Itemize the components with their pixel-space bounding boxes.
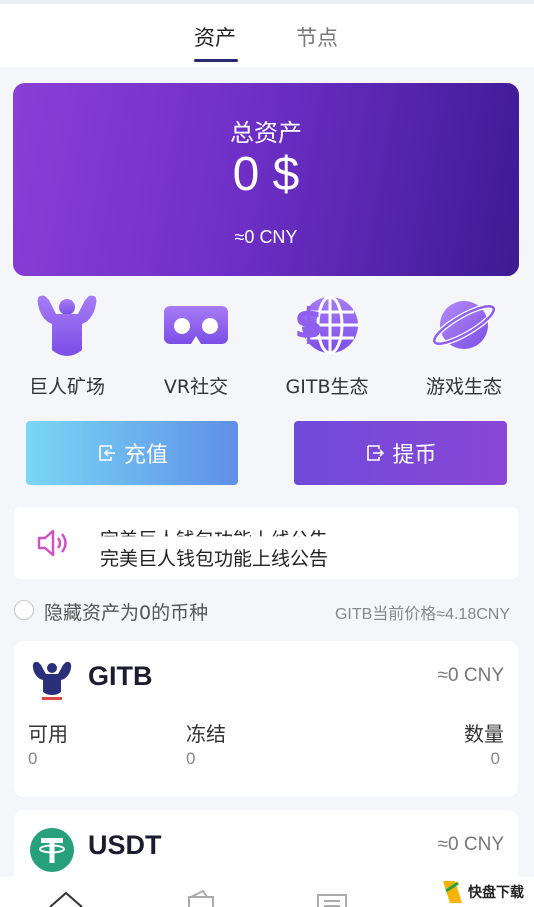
column-frozen-value: 0: [186, 749, 196, 768]
withdraw-label: 提币: [392, 443, 437, 468]
coin-name: USDT: [88, 830, 162, 860]
watermark: 快盘下载: [440, 877, 534, 907]
announcement-text: 完美巨人钱包功能上线公告: [100, 548, 329, 570]
gitb-price-text: GITB当前价格≈4.18CNY: [334, 606, 510, 623]
vr-goggles-icon: [164, 306, 228, 344]
coin-card-gitb[interactable]: GITB ≈0 CNY 可用 0 冻结 0 数量 0: [14, 641, 518, 797]
top-tab-bar: 资产 节点: [0, 0, 534, 67]
active-tab-indicator: [194, 59, 238, 62]
filter-row: 隐藏资产为0的币种 GITB当前价格≈4.18CNY: [14, 598, 518, 624]
column-quantity-value: 0: [490, 749, 500, 768]
home-icon[interactable]: [48, 885, 84, 907]
withdraw-icon: [367, 445, 385, 461]
total-asset-cny: ≈0 CNY: [234, 227, 298, 247]
tab-nodes[interactable]: 节点: [296, 22, 338, 52]
total-asset-card: 总资产 0 $ ≈0 CNY: [13, 83, 519, 276]
column-available-value: 0: [28, 749, 38, 768]
feature-gitb-ecosystem[interactable]: $ GITB生态: [262, 290, 392, 399]
feature-vr-social[interactable]: VR社交: [131, 290, 261, 399]
withdraw-button[interactable]: 提币: [294, 421, 507, 485]
feature-giant-mine[interactable]: 巨人矿场: [2, 290, 132, 399]
column-quantity-label: 数量: [464, 722, 504, 746]
gitb-logo-icon: [32, 661, 72, 700]
hide-zero-radio[interactable]: [14, 600, 34, 620]
wallet-icon[interactable]: [183, 885, 219, 907]
coin-name: GITB: [88, 661, 153, 691]
total-asset-value: 0 $: [232, 148, 300, 201]
recharge-icon: [99, 445, 115, 461]
planet-icon: [431, 301, 497, 349]
feature-label: 游戏生态: [425, 376, 502, 398]
feature-label: 巨人矿场: [28, 376, 105, 398]
muscle-icon: [37, 295, 97, 356]
usdt-logo-icon: [30, 828, 74, 872]
column-available-label: 可用: [28, 722, 68, 746]
speaker-icon: [37, 529, 67, 557]
watermark-logo-icon: 快盘下载: [440, 877, 534, 907]
coin-globe-icon: $: [294, 295, 358, 355]
feature-game-ecosystem[interactable]: 游戏生态: [399, 290, 529, 399]
coin-cny-value: ≈0 CNY: [437, 665, 504, 686]
feature-label: VR社交: [163, 376, 229, 398]
market-icon[interactable]: [314, 885, 350, 907]
tab-assets[interactable]: 资产: [194, 22, 236, 52]
coin-card-usdt[interactable]: USDT ≈0 CNY: [14, 810, 518, 880]
recharge-button[interactable]: 充值: [26, 421, 238, 485]
hide-zero-label[interactable]: 隐藏资产为0的币种: [44, 598, 208, 625]
coin-cny-value: ≈0 CNY: [437, 834, 504, 855]
column-frozen-label: 冻结: [186, 722, 226, 746]
svg-text:快盘下载: 快盘下载: [468, 884, 524, 901]
recharge-label: 充值: [123, 443, 168, 468]
feature-label: GITB生态: [285, 376, 369, 398]
svg-text:$: $: [294, 299, 323, 348]
total-asset-title: 总资产: [230, 119, 302, 147]
announcement-bar[interactable]: 完美巨人钱包功能上线公告 完美巨人钱包功能上线公告: [14, 507, 518, 579]
